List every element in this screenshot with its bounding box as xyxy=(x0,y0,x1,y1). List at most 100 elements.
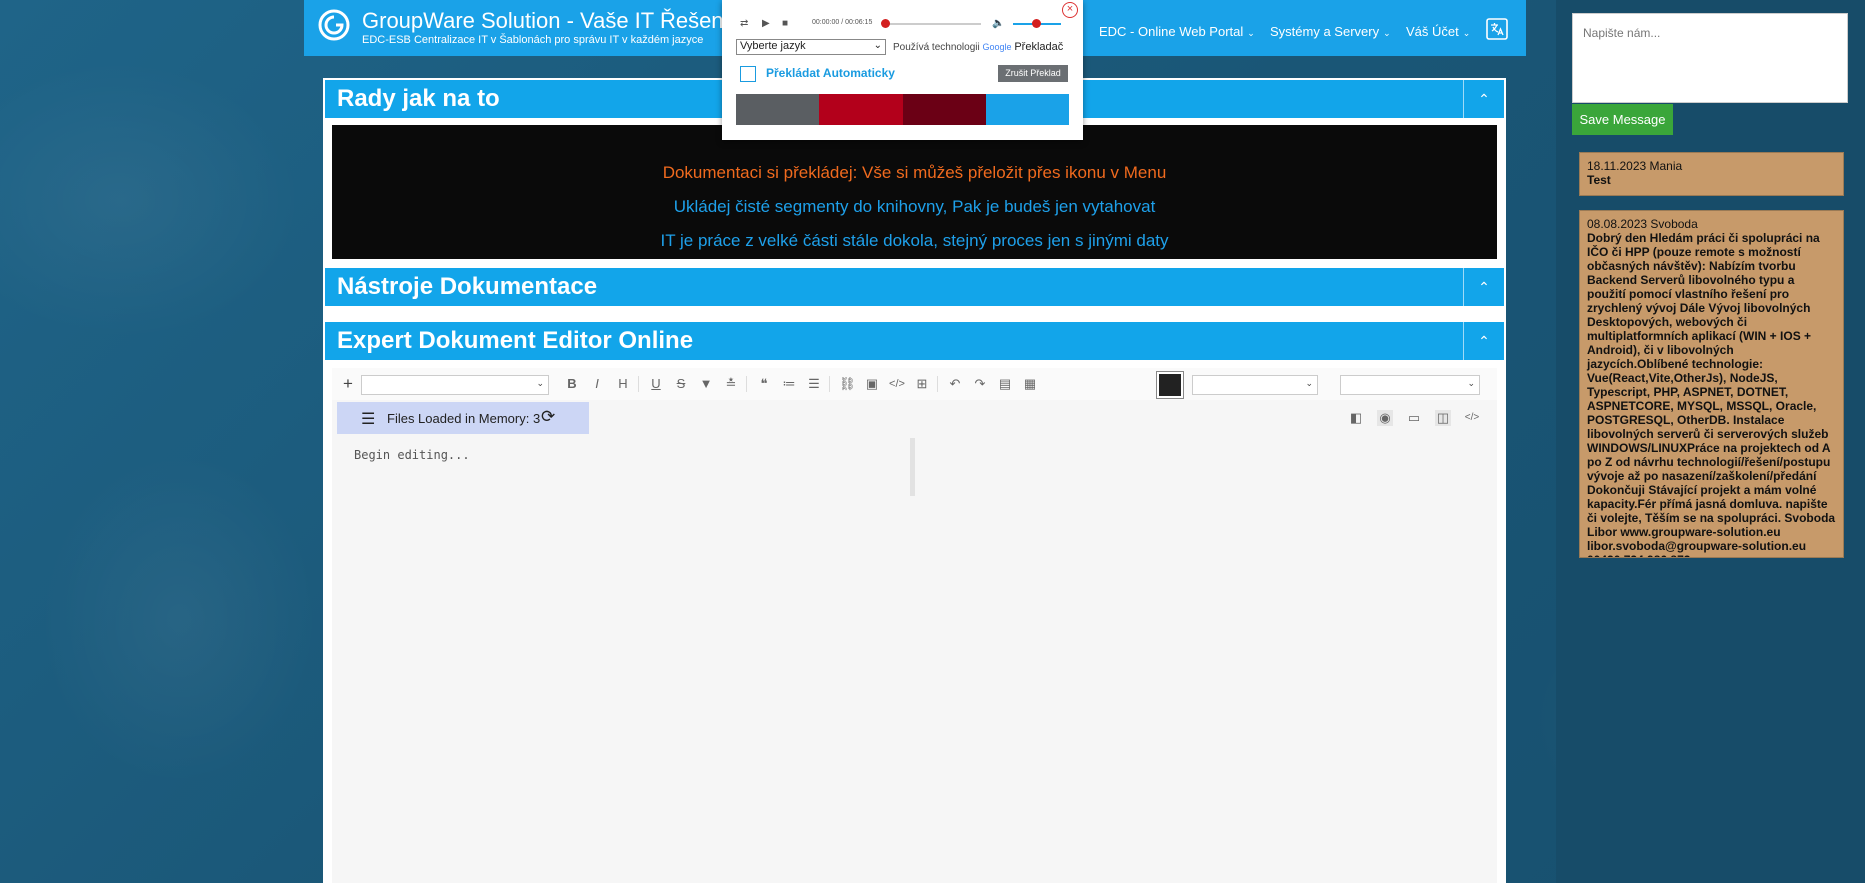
nav-item-web-portal[interactable]: EDC - Online Web Portal ⌄ xyxy=(1099,24,1255,39)
auto-translate-label[interactable]: Překládat Automaticky xyxy=(766,66,895,80)
toggle-preview-icon[interactable]: ◉ xyxy=(1377,410,1393,426)
tip-text: Ukládej čisté segmenty do knihovny, Pak … xyxy=(673,197,1156,216)
color-strip xyxy=(736,94,1069,125)
main-panel: Rady jak na to ⌃ Dokumentaci si překláde… xyxy=(323,78,1506,883)
editor-content-area[interactable]: Begin editing... xyxy=(332,438,1497,883)
undo-icon[interactable]: ↶ xyxy=(947,376,963,392)
link-icon[interactable]: ⛓ xyxy=(839,376,856,392)
tips-box: Dokumentaci si překládej: Vše si můžeš p… xyxy=(332,125,1497,259)
section-title: Rady jak na to xyxy=(337,85,500,112)
nav-item-label: EDC - Online Web Portal xyxy=(1099,24,1244,39)
collapse-chevron-icon[interactable]: ⌃ xyxy=(1463,322,1504,360)
font-select[interactable]: ⌄ xyxy=(361,375,549,395)
refresh-icon[interactable]: ⟳ xyxy=(541,407,555,427)
toolbar-divider xyxy=(937,376,938,392)
bold-icon[interactable]: B xyxy=(564,376,580,392)
underline-icon[interactable]: U xyxy=(648,376,664,392)
save-message-button[interactable]: Save Message xyxy=(1572,104,1673,135)
color-picker-icon[interactable] xyxy=(1157,372,1183,398)
section-tools-header[interactable]: Nástroje Dokumentace ⌃ xyxy=(325,268,1504,306)
chevron-down-icon: ⌄ xyxy=(1467,378,1475,388)
volume-knob[interactable] xyxy=(1032,19,1041,28)
message-sidebar: Napište nám... Save Message 18.11.2023 M… xyxy=(1556,0,1865,883)
volume-icon[interactable]: 🔈 xyxy=(992,18,1004,29)
nav-item-account[interactable]: Váš Účet ⌄ xyxy=(1406,24,1470,39)
play-icon[interactable]: ▶ xyxy=(762,18,770,29)
section-title: Nástroje Dokumentace xyxy=(337,273,598,300)
audio-time: 00:00:00 / 00:06:15 xyxy=(812,19,873,26)
toolbar-divider xyxy=(638,376,639,392)
italic-icon[interactable]: I xyxy=(589,376,605,392)
list-icon: ☰ xyxy=(361,411,376,428)
highlight-icon[interactable]: ≛ xyxy=(723,376,739,392)
nav-item-label: Systémy a Servery xyxy=(1270,24,1380,39)
redo-icon[interactable]: ↷ xyxy=(972,376,988,392)
section-title: Expert Dokument Editor Online xyxy=(337,327,694,354)
chevron-down-icon: ⌄ xyxy=(1305,378,1313,388)
chevron-down-icon: ⌄ xyxy=(1462,28,1471,38)
clean-block-icon[interactable]: ▦ xyxy=(1022,376,1038,392)
side-by-side-icon[interactable]: ◫ xyxy=(1435,410,1451,426)
color-swatch[interactable] xyxy=(902,94,986,125)
brand-logo-icon[interactable] xyxy=(318,9,350,41)
google-logo: Google xyxy=(982,42,1012,52)
preview-icon[interactable]: ◧ xyxy=(1348,410,1364,426)
add-icon[interactable]: + xyxy=(340,375,356,392)
repeat-icon[interactable]: ⇄ xyxy=(740,18,748,29)
chevron-down-icon: ⌄ xyxy=(536,378,544,388)
cancel-translation-button[interactable]: Zrušit Překlad xyxy=(998,65,1068,82)
strikethrough-icon[interactable]: S xyxy=(673,376,689,392)
chevron-down-icon: ⌄ xyxy=(1383,28,1391,38)
style-select[interactable]: ⌄ xyxy=(1192,375,1318,395)
message-card: 08.08.2023 Svoboda Dobrý den Hledám prác… xyxy=(1579,210,1844,558)
fullscreen-icon[interactable]: ▭ xyxy=(1406,410,1422,426)
bookmark-icon[interactable]: ▼ xyxy=(698,376,714,392)
translate-icon[interactable] xyxy=(1486,18,1508,40)
collapse-chevron-icon[interactable]: ⌃ xyxy=(1463,268,1504,306)
image-icon[interactable]: ▣ xyxy=(864,376,880,392)
tip-text: IT je práce z velké části stále dokola, … xyxy=(660,231,1169,250)
brand-subtitle: EDC-ESB Centralizace IT v Šablonách pro … xyxy=(362,34,704,46)
chevron-down-icon: ⌄ xyxy=(873,40,882,51)
source-code-icon[interactable]: </> xyxy=(1464,410,1480,426)
files-loaded-label: Files Loaded in Memory: 3 xyxy=(387,411,541,426)
auto-translate-checkbox[interactable] xyxy=(740,66,756,82)
toolbar-divider xyxy=(746,376,747,392)
powered-by: Používá technologii Google Překladač xyxy=(893,41,1063,53)
audio-progress-track[interactable] xyxy=(886,23,981,25)
table-icon[interactable]: ⊞ xyxy=(914,376,930,392)
toolbar-divider xyxy=(829,376,830,392)
size-select[interactable]: ⌄ xyxy=(1340,375,1480,395)
collapse-chevron-icon[interactable]: ⌃ xyxy=(1463,80,1504,118)
quote-icon[interactable]: ❝ xyxy=(756,376,772,392)
powered-by-label: Používá technologii xyxy=(893,42,980,53)
color-swatch[interactable] xyxy=(736,94,820,125)
heading-icon[interactable]: H xyxy=(615,376,631,392)
close-icon[interactable]: × xyxy=(1062,2,1078,18)
ordered-list-icon[interactable]: ≔ xyxy=(781,376,797,392)
translate-popup: × ⇄ ▶ ■ 00:00:00 / 00:06:15 🔈 Vyberte ja… xyxy=(722,0,1083,140)
message-meta: 08.08.2023 Svoboda xyxy=(1587,217,1698,231)
unordered-list-icon[interactable]: ☰ xyxy=(806,376,822,392)
translator-label: Překladač xyxy=(1014,41,1064,53)
files-loaded-bar[interactable]: ☰ Files Loaded in Memory: 3 ⟳ xyxy=(337,402,589,434)
color-swatch[interactable] xyxy=(985,94,1069,125)
save-icon[interactable]: ▤ xyxy=(997,376,1013,392)
language-select-value: Vyberte jazyk xyxy=(740,40,806,52)
nav-item-systems[interactable]: Systémy a Servery ⌄ xyxy=(1270,24,1391,39)
split-divider[interactable] xyxy=(910,438,915,496)
chevron-down-icon: ⌄ xyxy=(1247,28,1255,38)
section-editor-header[interactable]: Expert Dokument Editor Online ⌃ xyxy=(325,322,1504,360)
message-input[interactable]: Napište nám... xyxy=(1572,13,1848,103)
stop-icon[interactable]: ■ xyxy=(782,18,788,29)
markdown-editor: + ⌄ B I H U S ▼ ≛ ❝ ≔ ☰ ⛓ ▣ </> ⊞ ↶ ↷ ▤ … xyxy=(332,368,1497,883)
color-swatch[interactable] xyxy=(819,94,903,125)
editor-toolbar: + ⌄ B I H U S ▼ ≛ ❝ ≔ ☰ ⛓ ▣ </> ⊞ ↶ ↷ ▤ … xyxy=(332,368,1497,400)
brand-title[interactable]: GroupWare Solution - Vaše IT Řešení xyxy=(362,8,730,34)
editor-placeholder: Begin editing... xyxy=(354,448,470,462)
code-icon[interactable]: </> xyxy=(889,376,905,392)
message-card: 18.11.2023 Mania Test xyxy=(1579,152,1844,196)
language-select[interactable]: Vyberte jazyk ⌄ xyxy=(736,39,886,55)
audio-progress-knob[interactable] xyxy=(881,19,890,28)
tip-text: Dokumentaci si překládej: Vše si můžeš p… xyxy=(662,163,1167,182)
